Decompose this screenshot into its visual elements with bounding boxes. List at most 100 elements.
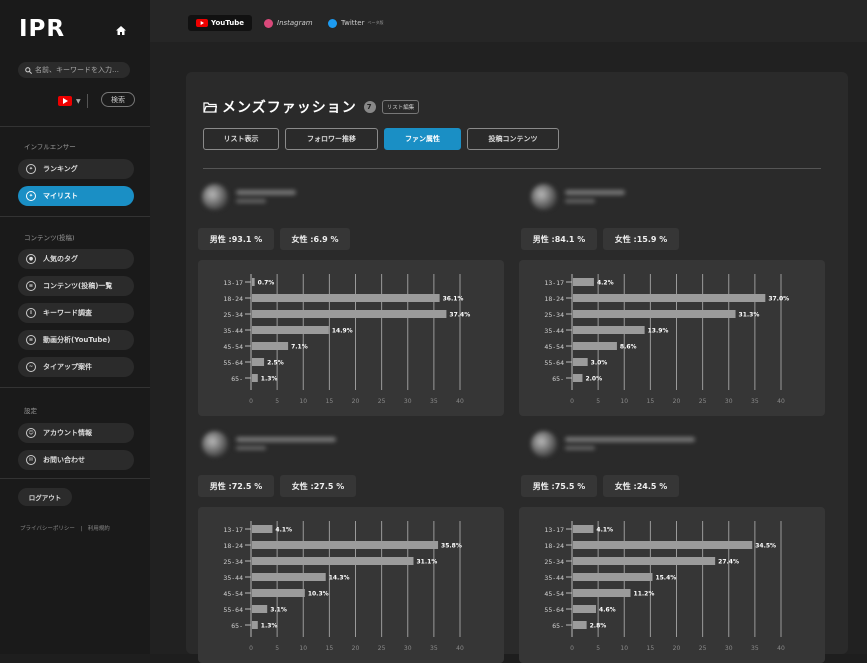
tab-label: Twitter [341, 19, 365, 27]
tick-label: 40 [456, 645, 464, 652]
divider [0, 216, 150, 217]
tab-fan-attributes[interactable]: ファン属性 [384, 128, 461, 150]
tick-label: 25 [378, 398, 386, 405]
search-input[interactable]: 名前、キーワードを入力… [18, 62, 130, 78]
bar [573, 589, 631, 597]
bar [252, 605, 268, 613]
platform-select[interactable]: ▼ [58, 94, 88, 108]
avatar [202, 431, 228, 457]
tab-list-view[interactable]: リスト表示 [203, 128, 279, 150]
category-label: 25-34 [544, 311, 564, 319]
tab-twitter[interactable]: Twitter ベータ版 [328, 15, 383, 31]
sidebar-item-tieup[interactable]: ~ タイアップ案件 [18, 357, 134, 377]
tick-label: 10 [620, 398, 628, 405]
influencer-profile[interactable] [531, 180, 731, 216]
sidebar-item-account[interactable]: ☺ アカウント情報 [18, 423, 134, 443]
tick-label: 0 [570, 398, 574, 405]
tick-label: 25 [378, 645, 386, 652]
sidebar-item-label: マイリスト [43, 192, 78, 200]
sidebar-item-label: お問い合わせ [43, 456, 85, 464]
data-label: 37.0% [768, 296, 789, 303]
tick-label: 5 [275, 398, 279, 405]
edit-list-button[interactable]: リスト編集 [381, 100, 420, 114]
logout-button[interactable]: ログアウト [18, 488, 72, 506]
tick-label: 40 [456, 398, 464, 405]
data-label: 3.1% [270, 607, 287, 614]
tick-label: 20 [352, 645, 360, 652]
influencer-subtext-blurred [565, 199, 595, 203]
category-label: 13-17 [544, 279, 564, 287]
influencer-name-blurred [565, 190, 625, 195]
divider [203, 168, 821, 169]
data-label: 35.8% [441, 543, 462, 550]
bar [573, 605, 597, 613]
sidebar-item-ranking[interactable]: ✦ ランキング [18, 159, 134, 179]
tab-follower-trend[interactable]: フォロワー推移 [285, 128, 378, 150]
influencer-subtext-blurred [565, 446, 595, 450]
category-label: 35-44 [223, 574, 243, 582]
sidebar-item-keyword[interactable]: i キーワード調査 [18, 303, 134, 323]
section-label-influencer: インフルエンサー [24, 143, 76, 151]
app: IPR 名前、キーワードを入力… ▼ 検索 インフルエンサー ✦ ランキング ✦… [0, 0, 867, 663]
tick-label: 10 [299, 398, 307, 405]
category-label: 25-34 [223, 558, 243, 566]
data-label: 27.4% [718, 559, 739, 566]
tick-label: 20 [352, 398, 360, 405]
home-icon[interactable] [116, 26, 126, 35]
sidebar-item-label: アカウント情報 [43, 429, 92, 437]
bar [252, 541, 439, 549]
female-ratio: 女性 :24.5 % [603, 475, 679, 497]
bar [252, 525, 273, 533]
male-ratio: 男性 :72.5 % [198, 475, 274, 497]
list-panel: メンズファッション 7 リスト編集 リスト表示 フォロワー推移 ファン属性 投稿… [186, 72, 848, 663]
footer-links[interactable]: プライバシーポリシー | 利用規約 [20, 524, 110, 532]
tick-label: 25 [699, 398, 707, 405]
tick-label: 20 [673, 645, 681, 652]
category-label: 65- [231, 622, 243, 630]
age-bar-chart: 0 5 10 15 20 25 30 35 40 13-17 4.1% 18-24 34.5% 25-34… [544, 521, 785, 652]
tick-label: 20 [673, 398, 681, 405]
app-logo[interactable]: IPR [19, 16, 65, 42]
bar [252, 374, 258, 382]
tick-label: 35 [751, 398, 759, 405]
sidebar-item-content-list[interactable]: ≡ コンテンツ(投稿)一覧 [18, 276, 134, 296]
sidebar-item-video-analysis[interactable]: ≡ 動画分析(YouTube) [18, 330, 134, 350]
influencer-profile[interactable] [202, 427, 402, 463]
category-label: 65- [552, 622, 564, 630]
tab-youtube[interactable]: YouTube [188, 15, 252, 31]
sidebar-item-contact[interactable]: ✉ お問い合わせ [18, 450, 134, 470]
data-label: 7.1% [291, 344, 308, 351]
category-label: 55-64 [544, 606, 564, 614]
category-label: 25-34 [544, 558, 564, 566]
tab-post-contents[interactable]: 投稿コンテンツ [467, 128, 559, 150]
data-label: 2.8% [590, 623, 607, 630]
tick-label: 25 [699, 645, 707, 652]
influencer-name-blurred [565, 437, 695, 442]
data-label: 1.3% [261, 376, 278, 383]
female-ratio: 女性 :27.5 % [280, 475, 356, 497]
bar [252, 278, 255, 286]
bar [573, 557, 716, 565]
sidebar-item-mylist[interactable]: ✦ マイリスト [18, 186, 134, 206]
tick-label: 15 [647, 398, 655, 405]
youtube-icon [196, 19, 209, 27]
sidebar-item-label: キーワード調査 [43, 309, 92, 317]
bar [573, 326, 645, 334]
avatar [531, 184, 557, 210]
data-label: 10.3% [308, 591, 329, 598]
category-label: 13-17 [223, 279, 243, 287]
bar [252, 342, 289, 350]
influencer-profile[interactable] [531, 427, 731, 463]
category-label: 55-64 [544, 359, 564, 367]
data-label: 14.3% [329, 575, 350, 582]
bar [252, 326, 329, 334]
category-label: 35-44 [223, 327, 243, 335]
search-button[interactable]: 検索 [101, 92, 135, 107]
influencer-profile[interactable] [202, 180, 402, 216]
tab-instagram[interactable]: Instagram [264, 15, 313, 31]
category-label: 18-24 [544, 542, 564, 550]
tick-label: 15 [326, 398, 334, 405]
influencer-subtext-blurred [236, 446, 266, 450]
sidebar-item-tags[interactable]: ● 人気のタグ [18, 249, 134, 269]
age-chart: 0 5 10 15 20 25 30 35 40 13-17 4.2% 18-24 37.0% 25-34… [519, 260, 825, 416]
